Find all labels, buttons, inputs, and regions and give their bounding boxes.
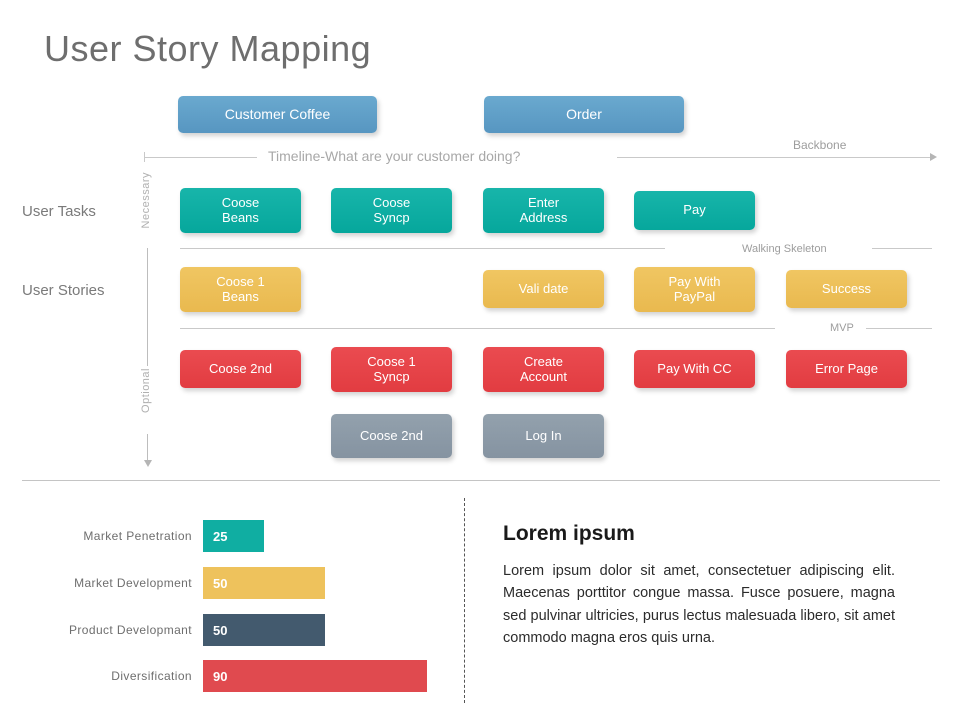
task-card-1[interactable]: Coose Beans <box>180 188 301 233</box>
axis-vertical-line <box>147 248 148 366</box>
activity-card-label: Order <box>566 106 602 123</box>
story-card-red-label: Coose 1 Syncp <box>367 353 416 384</box>
vertical-dashed-divider <box>464 498 465 703</box>
story-card-gray-label: Log In <box>525 427 562 443</box>
bar-3[interactable]: 50 <box>203 614 325 646</box>
axis-vertical-line-lower <box>147 434 148 460</box>
task-card-4[interactable]: Pay <box>634 191 755 230</box>
story-card-red-1[interactable]: Coose 2nd <box>180 350 301 388</box>
mvp-label: MVP <box>830 322 854 334</box>
timeline-left-line <box>144 157 257 158</box>
mvp-line-right <box>866 328 932 329</box>
story-card-yellow-4[interactable]: Success <box>786 270 907 308</box>
story-card-yellow-2[interactable]: Vali date <box>483 270 604 308</box>
story-card-gray-1[interactable]: Coose 2nd <box>331 414 452 458</box>
task-card-2[interactable]: Coose Syncp <box>331 188 452 233</box>
story-card-yellow-label: Vali date <box>518 280 569 296</box>
activity-card-2[interactable]: Order <box>484 96 684 133</box>
story-card-yellow-3[interactable]: Pay With PayPal <box>634 267 755 312</box>
axis-label-optional: Optional <box>140 368 152 413</box>
story-card-gray-2[interactable]: Log In <box>483 414 604 458</box>
story-card-yellow-label: Success <box>821 280 872 296</box>
bar-label-3: Product Developmant <box>69 623 192 637</box>
bar-value-2: 50 <box>213 575 228 591</box>
timeline-label: Timeline-What are your customer doing? <box>268 148 521 164</box>
story-card-yellow-1[interactable]: Coose 1 Beans <box>180 267 301 312</box>
sidepanel-body: Lorem ipsum dolor sit amet, consectetuer… <box>503 563 895 647</box>
task-card-label: Pay <box>683 202 706 218</box>
story-card-red-2[interactable]: Coose 1 Syncp <box>331 347 452 392</box>
timeline-right-line <box>617 157 931 158</box>
mvp-line-left <box>180 328 775 329</box>
story-card-red-label: Pay With CC <box>657 360 732 376</box>
section-divider <box>22 480 940 481</box>
task-card-label: Coose Beans <box>221 194 260 225</box>
bar-4[interactable]: 90 <box>203 660 427 692</box>
bar-value-4: 90 <box>213 668 228 684</box>
page-title: User Story Mapping <box>44 28 372 69</box>
bar-label-2: Market Development <box>74 576 192 590</box>
timeline-left-tick <box>144 152 145 162</box>
story-card-red-label: Coose 2nd <box>209 360 272 376</box>
story-card-red-3[interactable]: Create Account <box>483 347 604 392</box>
walking-skeleton-label: Walking Skeleton <box>742 243 827 255</box>
row-label-user-tasks: User Tasks <box>22 203 96 220</box>
bar-value-1: 25 <box>213 528 228 544</box>
walking-skeleton-line-right <box>872 248 932 249</box>
bar-1[interactable]: 25 <box>203 520 264 552</box>
story-card-red-5[interactable]: Error Page <box>786 350 907 388</box>
story-card-yellow-label: Pay With PayPal <box>668 273 721 304</box>
axis-label-necessary: Necessary <box>140 172 152 229</box>
task-card-label: Coose Syncp <box>372 194 411 225</box>
sidepanel-heading: Lorem ipsum <box>503 522 635 545</box>
story-card-gray-label: Coose 2nd <box>360 427 423 443</box>
walking-skeleton-line-left <box>180 248 665 249</box>
bar-label-4: Diversification <box>111 669 192 683</box>
activity-card-1[interactable]: Customer Coffee <box>178 96 377 133</box>
story-card-red-label: Create Account <box>520 353 567 384</box>
activity-card-label: Customer Coffee <box>224 106 331 123</box>
row-label-user-stories: User Stories <box>22 282 105 299</box>
bar-2[interactable]: 50 <box>203 567 325 599</box>
story-card-red-4[interactable]: Pay With CC <box>634 350 755 388</box>
story-card-red-label: Error Page <box>815 360 878 376</box>
axis-arrow-down-icon <box>144 460 152 467</box>
task-card-label: Enter Address <box>519 194 568 225</box>
timeline-arrow-icon <box>930 153 937 161</box>
backbone-label: Backbone <box>793 138 847 152</box>
bar-value-3: 50 <box>213 622 228 638</box>
task-card-3[interactable]: Enter Address <box>483 188 604 233</box>
story-card-yellow-label: Coose 1 Beans <box>216 273 265 304</box>
bar-label-1: Market Penetration <box>83 529 192 543</box>
